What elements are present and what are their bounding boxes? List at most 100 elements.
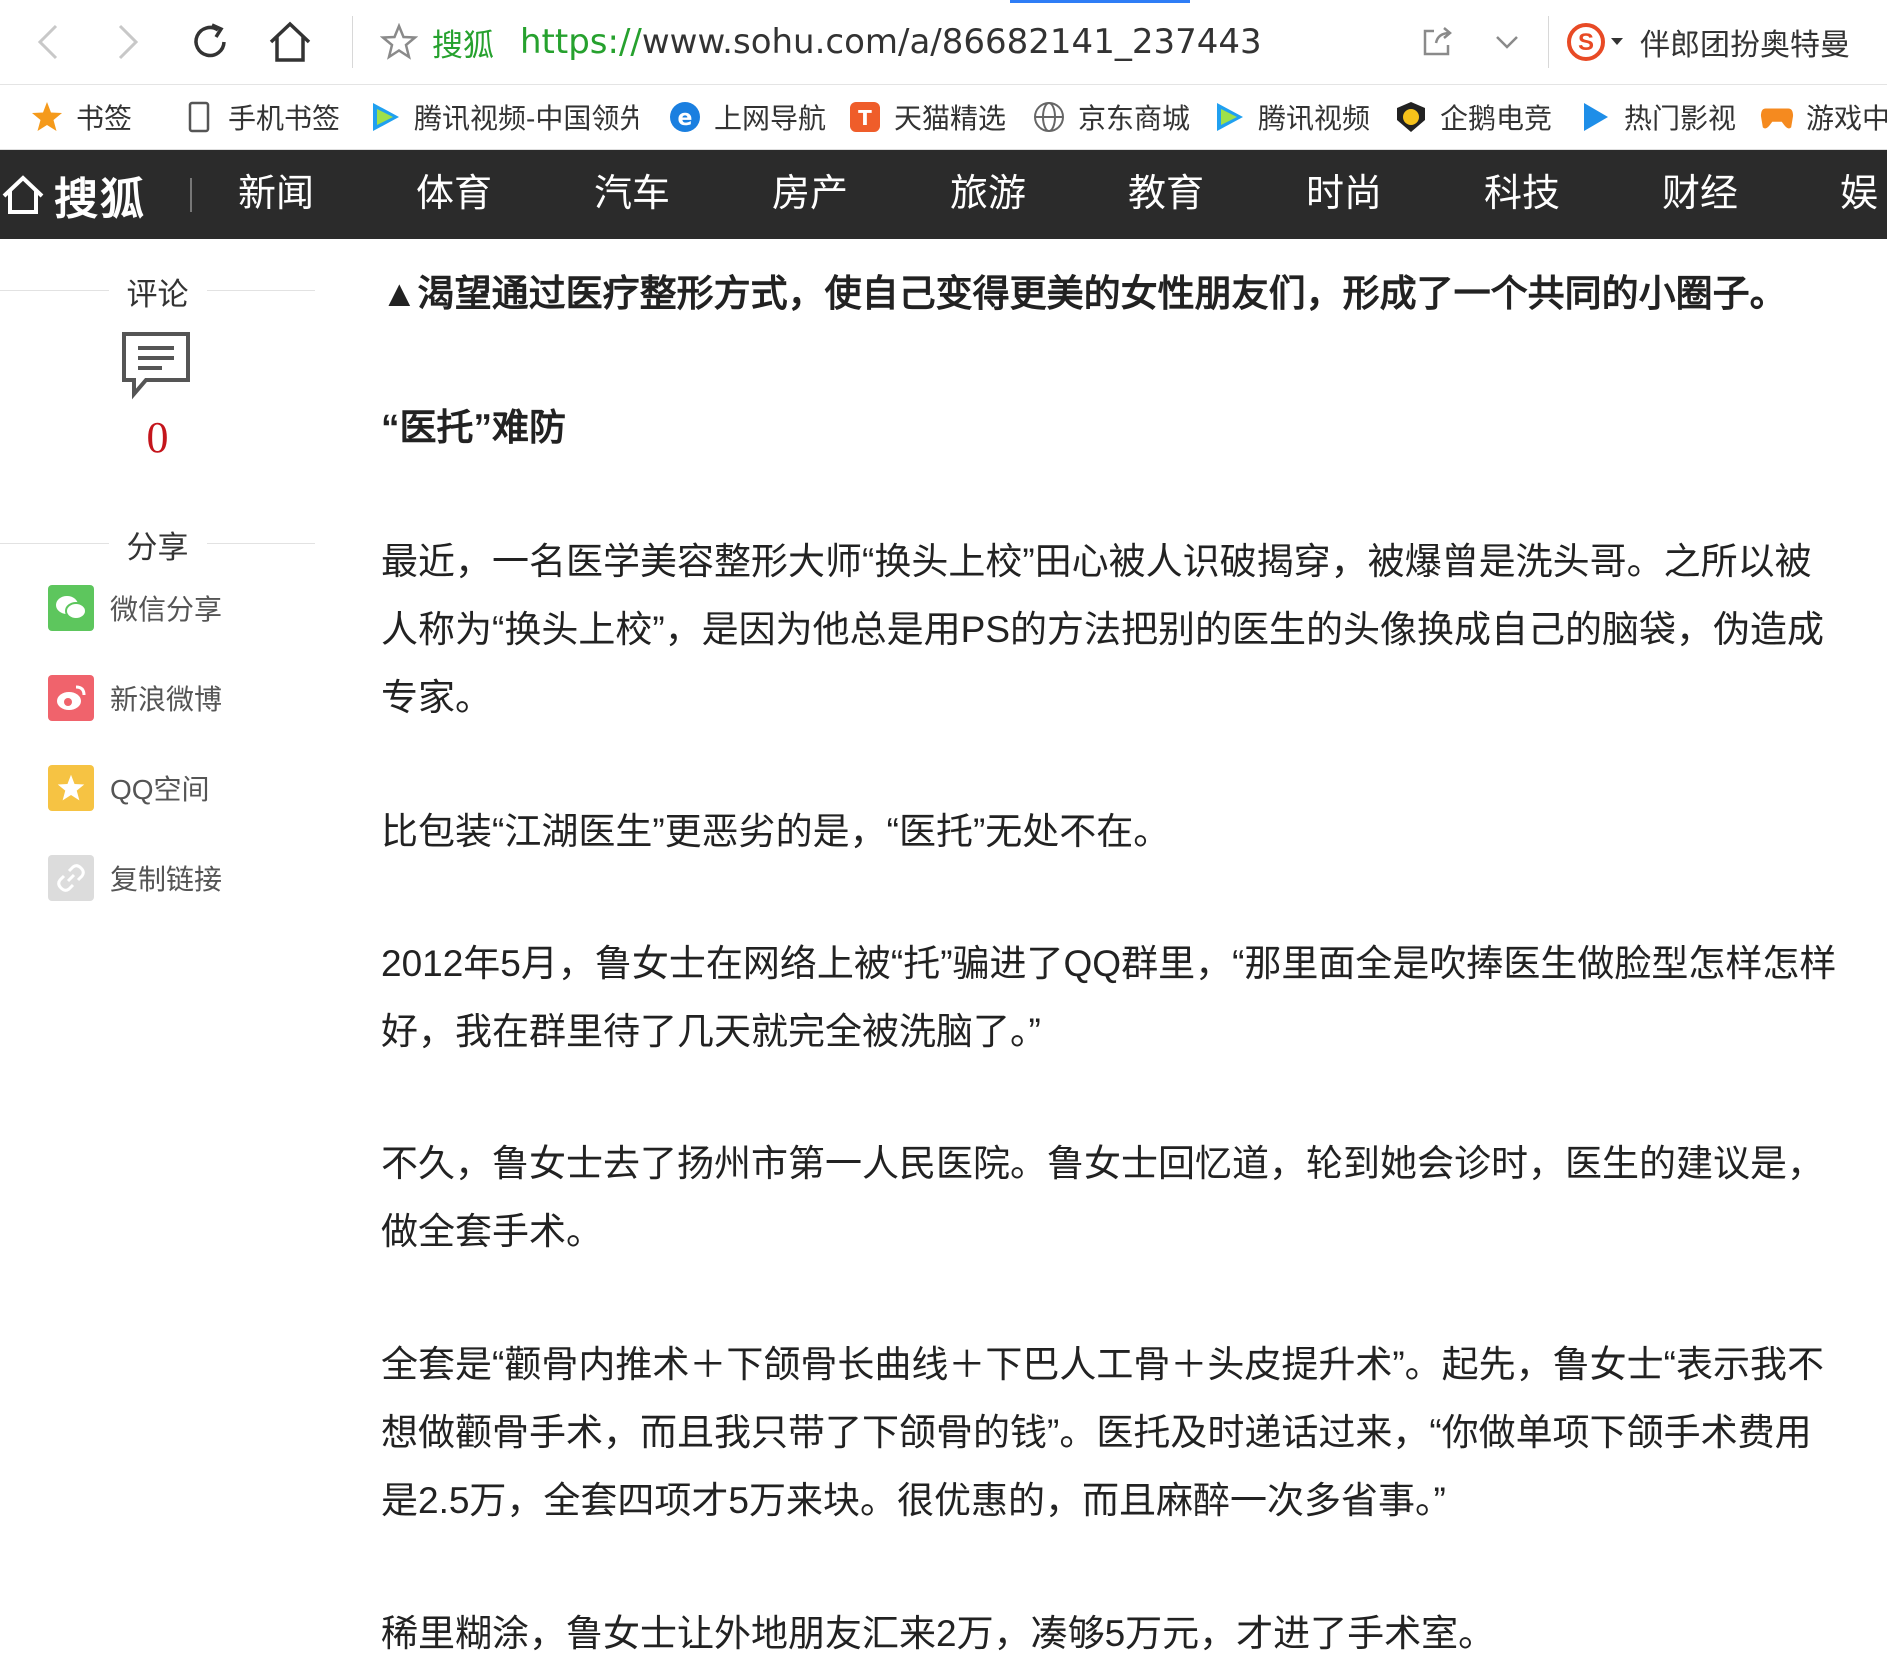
share-wechat-button[interactable]: 微信分享 xyxy=(48,585,222,631)
article-paragraph: 比包装“江湖医生”更恶劣的是，“医托”无处不在。 xyxy=(381,811,1171,852)
star-icon xyxy=(30,100,64,134)
share-page-icon[interactable] xyxy=(1420,25,1454,59)
comment-section-header: 评论 xyxy=(0,268,315,314)
bookmark-label: 企鹅电竞 xyxy=(1440,103,1553,134)
search-suggestion-text: 伴郎团扮奥特曼 xyxy=(1640,29,1850,62)
bookmark-item-hot-movies[interactable]: 热门影视 xyxy=(1578,85,1736,149)
nav-link-finance[interactable]: 财经 xyxy=(1662,150,1738,239)
link-icon xyxy=(48,855,94,901)
back-arrow-icon xyxy=(37,24,58,60)
url-scheme: https:// xyxy=(520,22,642,62)
reload-button[interactable] xyxy=(182,14,238,70)
bookmark-label: 书签 xyxy=(76,103,133,134)
nav-link-news[interactable]: 新闻 xyxy=(238,150,314,239)
phone-icon xyxy=(182,100,216,134)
url-field[interactable]: 搜狐 https:// www.sohu.com/a/86682141_2374… xyxy=(380,14,1262,70)
tencent-video-icon xyxy=(368,100,402,134)
nav-link-entertainment[interactable]: 娱乐 xyxy=(1840,150,1887,239)
weibo-icon xyxy=(48,675,94,721)
tab-loading-indicator xyxy=(1010,0,1190,3)
nav-link-sports[interactable]: 体育 xyxy=(416,150,492,239)
bookmark-item-games[interactable]: 游戏中 xyxy=(1760,85,1887,149)
bookmarks-bar: 书签 手机书签 腾讯视频-中国领先 e 上网导航 T 天猫精选 京东商城 腾讯视 xyxy=(0,85,1887,150)
forward-arrow-icon xyxy=(118,24,139,60)
forward-button[interactable] xyxy=(100,14,156,70)
site-name-label: 搜狐 xyxy=(432,27,494,63)
reload-icon xyxy=(194,23,226,58)
bookmark-label: 热门影视 xyxy=(1624,103,1737,134)
ie-icon: e xyxy=(668,100,702,134)
nav-link-auto[interactable]: 汽车 xyxy=(594,150,670,239)
sohu-logo[interactable]: 搜狐 xyxy=(0,150,146,239)
article-paragraph: 稀里糊涂，鲁女士让外地朋友汇来2万，凑够5万元，才进了手术室。 xyxy=(381,1613,1496,1654)
chevron-down-icon[interactable] xyxy=(1494,32,1520,52)
play-icon xyxy=(1578,100,1612,134)
section-heading: “医托”难防 xyxy=(381,407,566,448)
bookmark-item-tencent-video-china[interactable]: 腾讯视频-中国领先 xyxy=(368,85,638,149)
bookmark-label: 天猫精选 xyxy=(894,103,1007,134)
tmall-icon: T xyxy=(848,100,882,134)
bookmark-label: 上网导航 xyxy=(714,103,827,134)
bookmark-item-tmall[interactable]: T 天猫精选 xyxy=(848,85,1006,149)
copy-link-label: 复制链接 xyxy=(110,864,223,895)
share-weibo-label: 新浪微博 xyxy=(110,684,223,715)
back-button[interactable] xyxy=(20,14,76,70)
article-paragraph: 最近，一名医学美容整形大师“换头上校”田心被人识破揭穿，被爆曾是洗头哥。之所以被… xyxy=(381,541,1824,718)
comment-button[interactable] xyxy=(120,330,192,405)
search-engine-dropdown-icon[interactable] xyxy=(1610,37,1624,47)
bookmark-item-web-nav[interactable]: e 上网导航 xyxy=(668,85,826,149)
image-caption: ▲渴望通过医疗整形方式，使自己变得更美的女性朋友们，形成了一个共同的小圈子。 xyxy=(381,273,1787,314)
article-paragraph: 全套是“颧骨内推术＋下颌骨长曲线＋下巴人工骨＋头皮提升术”。起先，鲁女士“表示我… xyxy=(381,1344,1824,1521)
svg-text:T: T xyxy=(858,106,872,130)
svg-text:S: S xyxy=(1578,29,1594,56)
bookmark-item-tencent-video[interactable]: 腾讯视频 xyxy=(1212,85,1370,149)
nav-link-tech[interactable]: 科技 xyxy=(1484,150,1560,239)
search-box[interactable]: S 伴郎团扮奥特曼 xyxy=(1566,14,1850,70)
bookmark-star-icon[interactable] xyxy=(380,23,418,61)
nav-link-travel[interactable]: 旅游 xyxy=(950,150,1026,239)
copy-link-button[interactable]: 复制链接 xyxy=(48,855,222,901)
toolbar-divider xyxy=(1548,16,1549,68)
share-title: 分享 xyxy=(108,521,207,567)
tencent-video-icon xyxy=(1212,100,1246,134)
toolbar-divider xyxy=(352,16,353,68)
bookmark-item-penguin-esports[interactable]: 企鹅电竞 xyxy=(1394,85,1552,149)
bookmark-item-jd[interactable]: 京东商城 xyxy=(1032,85,1190,149)
share-qzone-label: QQ空间 xyxy=(110,774,210,805)
site-navigation-bar: 搜狐 新闻 体育 汽车 房产 旅游 教育 时尚 科技 财经 娱乐 xyxy=(0,150,1887,239)
logo-divider xyxy=(190,178,192,212)
svg-text:e: e xyxy=(678,106,693,131)
qzone-star-icon xyxy=(48,765,94,811)
comment-count[interactable]: 0 xyxy=(0,412,315,463)
globe-icon xyxy=(1032,100,1066,134)
bookmark-item-bookmarks[interactable]: 书签 xyxy=(30,85,132,149)
share-weibo-button[interactable]: 新浪微博 xyxy=(48,675,222,721)
bookmark-label: 手机书签 xyxy=(228,103,341,134)
home-icon xyxy=(2,174,44,214)
bookmark-label: 京东商城 xyxy=(1078,103,1191,134)
comment-bubble-icon xyxy=(122,332,190,400)
wechat-icon xyxy=(48,585,94,631)
sogou-search-icon: S xyxy=(1567,23,1605,61)
logo-text: 搜狐 xyxy=(54,173,146,225)
home-button[interactable] xyxy=(262,14,318,70)
gamepad-icon xyxy=(1760,100,1794,134)
url-text: www.sohu.com/a/86682141_237443 xyxy=(641,22,1262,62)
home-icon xyxy=(269,21,311,62)
article-paragraph: 2012年5月，鲁女士在网络上被“托”骗进了QQ群里，“那里面全是吹捧医生做脸型… xyxy=(381,943,1837,1052)
bookmark-label: 腾讯视频-中国领先 xyxy=(414,103,638,134)
penguin-esports-icon xyxy=(1394,100,1428,134)
article-paragraph: 不久，鲁女士去了扬州市第一人民医院。鲁女士回忆道，轮到她会诊时，医生的建议是，做… xyxy=(381,1143,1824,1252)
nav-link-realestate[interactable]: 房产 xyxy=(772,150,848,239)
bookmark-label: 游戏中 xyxy=(1806,103,1887,134)
bookmark-label: 腾讯视频 xyxy=(1258,103,1371,134)
nav-link-education[interactable]: 教育 xyxy=(1128,150,1204,239)
share-qzone-button[interactable]: QQ空间 xyxy=(48,765,210,811)
bookmark-item-mobile[interactable]: 手机书签 xyxy=(182,85,340,149)
nav-link-fashion[interactable]: 时尚 xyxy=(1306,150,1382,239)
share-wechat-label: 微信分享 xyxy=(110,594,223,625)
share-section-header: 分享 xyxy=(0,521,315,567)
browser-address-bar: 搜狐 https:// www.sohu.com/a/86682141_2374… xyxy=(0,0,1887,85)
url-actions xyxy=(1420,14,1520,70)
comment-title: 评论 xyxy=(108,268,207,314)
